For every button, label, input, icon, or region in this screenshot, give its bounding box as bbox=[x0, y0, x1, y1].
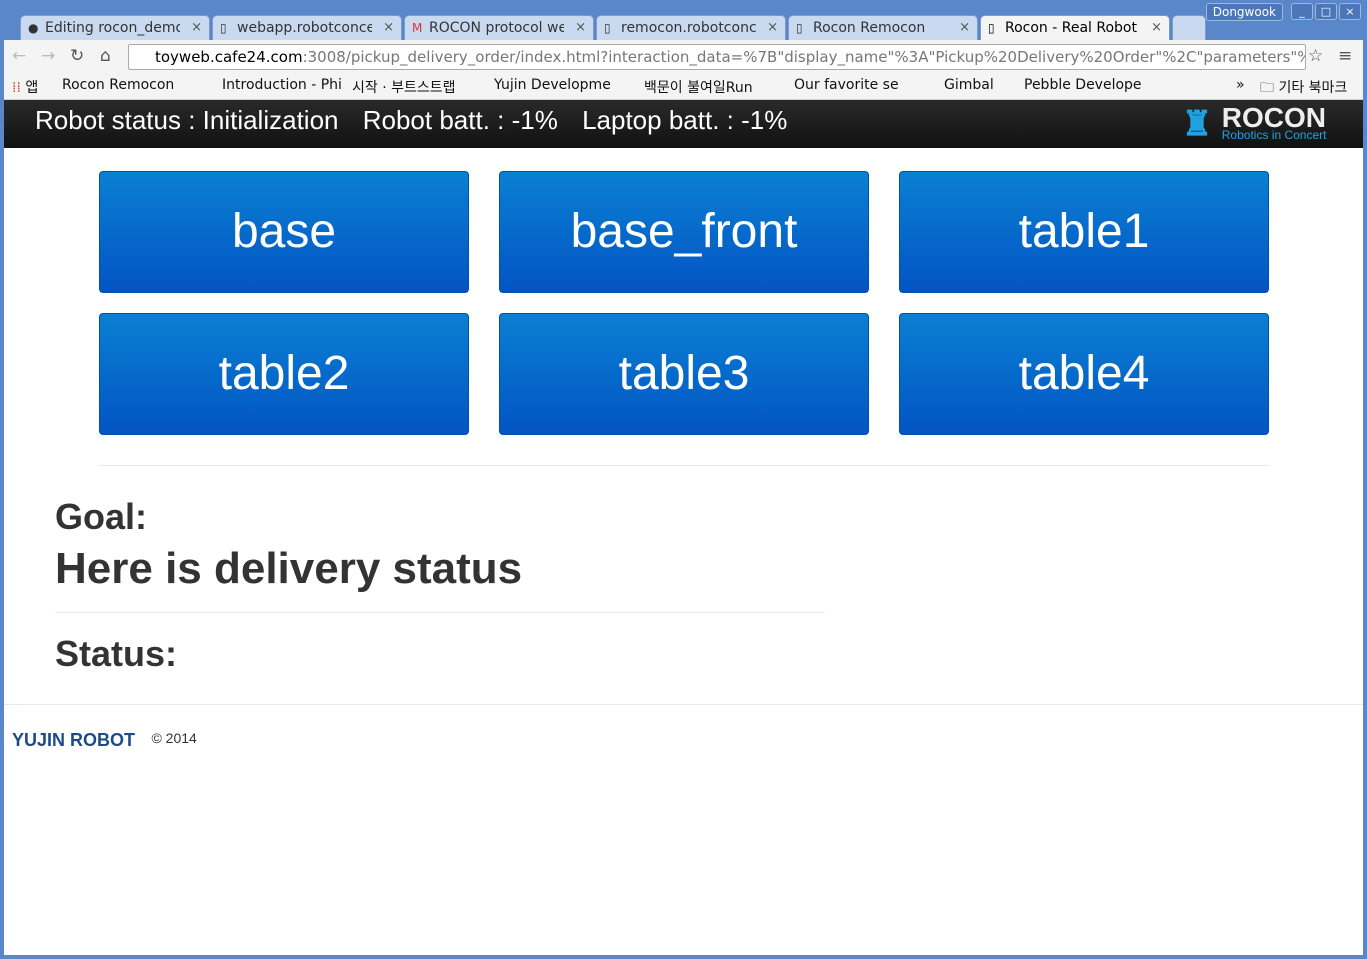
maximize-button[interactable]: □ bbox=[1315, 3, 1337, 20]
tab-strip: ● Editing rocon_demo × ▯ webapp.robotconcer… bbox=[4, 0, 1363, 40]
tab-rocon-remocon[interactable]: ▯ Rocon Remocon × bbox=[788, 15, 978, 40]
robot-battery: Robot batt. : -1% bbox=[362, 105, 558, 135]
laptop-battery: Laptop batt. : -1% bbox=[582, 105, 788, 135]
status-label: Status: bbox=[55, 633, 178, 674]
other-bookmarks-folder[interactable]: 🗀 기타 북마크 bbox=[1260, 77, 1347, 101]
location-button-table4[interactable]: table4 bbox=[899, 313, 1269, 435]
tab-remocon[interactable]: ▯remocon.robotconcert× bbox=[596, 15, 786, 40]
profile-button[interactable]: Dongwook bbox=[1205, 3, 1283, 21]
bookmark-item[interactable]: Introduction - Phi bbox=[222, 77, 342, 93]
page-content: Robot status : Initialization Robot batt… bbox=[4, 100, 1363, 955]
new-tab-button[interactable] bbox=[1172, 15, 1206, 40]
minimize-button[interactable]: _ bbox=[1291, 3, 1313, 20]
goal-label: Goal: bbox=[55, 496, 148, 537]
tab-rocon-real-robot[interactable]: ▯ Rocon - Real Robot S × bbox=[980, 15, 1170, 40]
close-window-button[interactable]: × bbox=[1339, 3, 1361, 20]
bookmark-apps[interactable]: ⁞⁞ 앱 bbox=[12, 77, 38, 97]
location-button-base[interactable]: base bbox=[99, 171, 469, 293]
copyright: © 2014 bbox=[151, 730, 197, 746]
tab-webapp[interactable]: ▯ webapp.robotconcert × bbox=[212, 15, 402, 40]
close-tab-icon[interactable]: × bbox=[575, 20, 586, 35]
location-button-table1[interactable]: table1 bbox=[899, 171, 1269, 293]
browser-window: ● Editing rocon_demo × ▯ webapp.robotconcer… bbox=[4, 0, 1363, 955]
home-icon[interactable]: ⌂ bbox=[100, 46, 111, 66]
bookmarks-bar: ⁞⁞ 앱 Rocon Remocon Introduction - Phi 시작… bbox=[4, 72, 1363, 100]
address-bar[interactable]: toyweb.cafe24.com:3008/pickup_delivery_o… bbox=[128, 44, 1306, 70]
footer: YUJIN ROBOT © 2014 bbox=[12, 730, 197, 751]
robot-status: Robot status : Initialization bbox=[35, 105, 339, 135]
yujin-robot-logo: YUJIN ROBOT bbox=[12, 730, 136, 750]
bookmark-item[interactable]: Pebble Develope bbox=[1024, 77, 1142, 93]
close-tab-icon[interactable]: × bbox=[1151, 20, 1162, 35]
page-icon: ▯ bbox=[796, 21, 803, 35]
forward-icon[interactable]: → bbox=[41, 46, 55, 66]
close-tab-icon[interactable]: × bbox=[767, 20, 778, 35]
page-icon: ▯ bbox=[604, 21, 611, 35]
page-icon: ▯ bbox=[988, 21, 995, 35]
reload-icon[interactable]: ↻ bbox=[70, 46, 84, 66]
back-icon[interactable]: ← bbox=[12, 46, 26, 66]
folder-icon: 🗀 bbox=[1260, 80, 1279, 96]
bookmark-item[interactable]: 시작 · 부트스트랩 bbox=[352, 77, 456, 97]
location-button-base-front[interactable]: base_front bbox=[499, 171, 869, 293]
bookmark-item[interactable]: Our favorite se bbox=[794, 77, 899, 93]
rocon-logo: ♜ ROCON Robotics in Concert bbox=[1182, 102, 1343, 143]
close-tab-icon[interactable]: × bbox=[383, 20, 394, 35]
page-icon: ▯ bbox=[220, 21, 227, 35]
close-tab-icon[interactable]: × bbox=[959, 20, 970, 35]
browser-toolbar: ← → ↻ ⌂ toyweb.cafe24.com:3008/pickup_de… bbox=[4, 40, 1363, 72]
menu-icon[interactable]: ≡ bbox=[1338, 46, 1352, 66]
github-icon: ● bbox=[28, 21, 39, 35]
goal-text: Here is delivery status bbox=[55, 544, 523, 593]
gmail-icon: M bbox=[412, 21, 423, 35]
robot-logo-icon: ♜ bbox=[1181, 105, 1213, 143]
divider bbox=[99, 465, 1269, 466]
bookmark-item[interactable]: 백문이 불여일Run bbox=[644, 77, 753, 97]
more-bookmarks-button[interactable]: » bbox=[1236, 77, 1245, 93]
location-button-table2[interactable]: table2 bbox=[99, 313, 469, 435]
footer-divider bbox=[4, 704, 1363, 705]
bookmark-item[interactable]: Gimbal bbox=[944, 77, 994, 93]
tab-editing-rocon-demo[interactable]: ● Editing rocon_demo × bbox=[20, 15, 210, 40]
bookmark-item[interactable]: Yujin Developme bbox=[494, 77, 611, 93]
close-tab-icon[interactable]: × bbox=[191, 20, 202, 35]
apps-icon: ⁞⁞ bbox=[12, 80, 26, 96]
bookmark-item[interactable]: Rocon Remocon bbox=[62, 77, 174, 93]
status-header: Robot status : Initialization Robot batt… bbox=[4, 100, 1363, 148]
star-icon[interactable]: ☆ bbox=[1308, 46, 1323, 66]
location-button-table3[interactable]: table3 bbox=[499, 313, 869, 435]
tab-rocon-protocol[interactable]: M ROCON protocol web × bbox=[404, 15, 594, 40]
divider bbox=[55, 612, 825, 613]
